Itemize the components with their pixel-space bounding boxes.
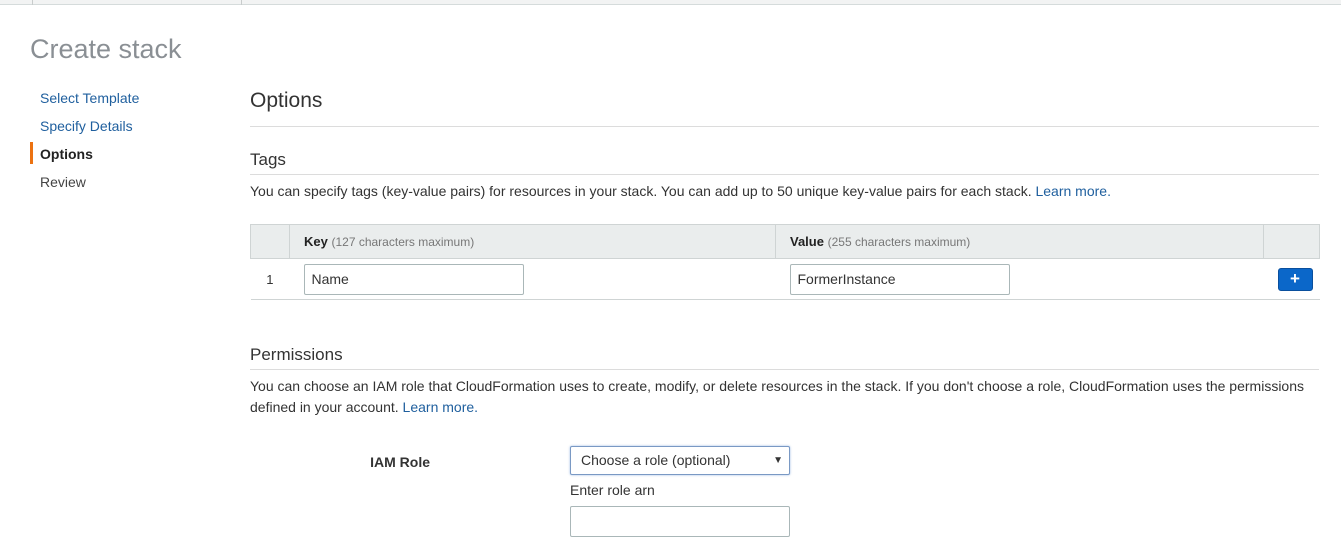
tags-title: Tags [250,150,286,169]
divider [250,369,1319,370]
row-number-header [250,224,290,259]
options-title: Options [250,89,323,112]
key-column-label: Key [304,234,328,249]
value-column-hint: (255 characters maximum) [827,235,971,249]
wizard-step-select-template[interactable]: Select Template [30,86,220,114]
key-column-header: Key (127 characters maximum) [289,224,776,259]
tags-table-header: Key (127 characters maximum) Value (255 … [250,224,1320,259]
tags-table: Key (127 characters maximum) Value (255 … [250,224,1320,300]
wizard-steps: Select Template Specify Details Options … [30,86,220,198]
iam-role-select-value: Choose a role (optional) [581,452,731,468]
value-column-label: Value [790,234,824,249]
value-cell [775,258,1264,300]
permissions-learn-more-link[interactable]: Learn more. [403,399,478,415]
table-row: 1 + [250,258,1320,300]
row-number: 1 [250,258,290,300]
top-bar [0,0,1341,5]
actions-cell: + [1263,258,1320,300]
divider [250,126,1319,127]
dropdown-arrow-icon: ▼ [773,455,783,466]
permissions-description: You can choose an IAM role that CloudFor… [250,376,1319,418]
iam-role-label: IAM Role [370,454,430,470]
wizard-step-specify-details[interactable]: Specify Details [30,114,220,142]
tag-key-input[interactable] [303,263,524,295]
add-tag-button[interactable]: + [1277,267,1313,291]
divider [250,174,1319,175]
permissions-title: Permissions [250,345,343,364]
tags-learn-more-link[interactable]: Learn more. [1035,183,1110,199]
top-bar-divider [32,0,33,5]
key-cell [289,258,776,300]
iam-role-field: IAM Role Choose a role (optional) ▼ Ente… [370,446,870,542]
tags-description: You can specify tags (key-value pairs) f… [250,181,1319,202]
role-arn-input[interactable] [570,506,790,537]
tags-description-text: You can specify tags (key-value pairs) f… [250,183,1032,199]
page-title: Create stack [30,34,182,64]
key-column-hint: (127 characters maximum) [331,235,475,249]
tag-value-input[interactable] [789,263,1010,295]
role-arn-label: Enter role arn [570,482,655,498]
value-column-header: Value (255 characters maximum) [775,224,1264,259]
iam-role-select[interactable]: Choose a role (optional) ▼ [570,446,790,475]
top-bar-divider [241,0,242,5]
wizard-step-review: Review [40,174,86,190]
actions-column-header [1263,224,1320,259]
wizard-step-options: Options [30,142,220,170]
